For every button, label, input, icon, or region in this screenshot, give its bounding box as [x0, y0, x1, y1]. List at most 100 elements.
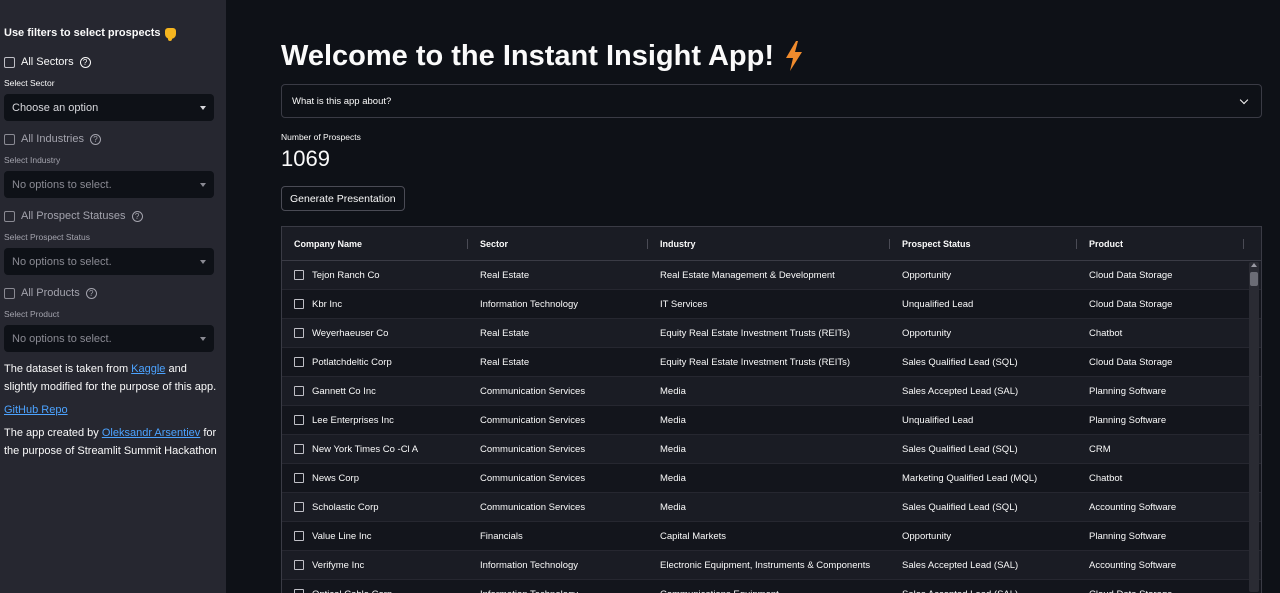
table-cell: Planning Software: [1089, 530, 1167, 542]
all-statuses-checkbox[interactable]: All Prospect Statuses ?: [4, 208, 222, 224]
table-row[interactable]: Verifyme Inc Information Technology Electr…: [282, 551, 1261, 580]
table-cell: Communication Services: [480, 443, 586, 455]
table-cell: Chatbot: [1089, 327, 1123, 339]
page-title: Welcome to the Instant Insight App!: [281, 38, 1280, 74]
author-link[interactable]: Oleksandr Arsentiev: [102, 427, 200, 439]
select-industry-label: Select Industry: [4, 155, 61, 165]
help-icon[interactable]: ?: [89, 133, 101, 145]
page-title-text: Welcome to the Instant Insight App!: [281, 39, 774, 72]
row-checkbox[interactable]: [294, 444, 304, 454]
table-cell: Information Technology: [468, 589, 648, 593]
row-checkbox[interactable]: [294, 502, 304, 512]
table-body: Tejon Ranch Co Real Estate Real Estate Man…: [282, 261, 1261, 593]
pointing-hand-icon: [164, 27, 176, 41]
header-product[interactable]: Product: [1077, 227, 1244, 260]
header-sector[interactable]: Sector: [468, 227, 648, 260]
table-row[interactable]: Weyerhaeuser Co Real Estate Equity Real Es…: [282, 319, 1261, 348]
table-row[interactable]: Tejon Ranch Co Real Estate Real Estate Man…: [282, 261, 1261, 290]
select-status-dropdown[interactable]: No options to select.: [4, 248, 214, 275]
prospects-table[interactable]: Company Name Sector Industry Prospect St…: [281, 226, 1262, 593]
checkbox-box[interactable]: [4, 210, 15, 222]
header-industry[interactable]: Industry: [648, 227, 890, 260]
company-name: Potlatchdeltic Corp: [312, 356, 392, 368]
table-cell: Media: [660, 443, 686, 455]
all-statuses-label: All Prospect Statuses: [21, 210, 126, 222]
table-row[interactable]: Kbr Inc Information Technology IT Services…: [282, 290, 1261, 319]
table-row[interactable]: News Corp Communication Services Media Mark…: [282, 464, 1261, 493]
table-cell: Real Estate: [480, 356, 530, 368]
scroll-thumb[interactable]: [1250, 272, 1258, 286]
sidebar: Use filters to select prospects All Sect…: [0, 0, 226, 593]
dataset-note: The dataset is taken from Kaggle and sli…: [4, 360, 218, 396]
table-cell: Equity Real Estate Investment Trusts (RE…: [660, 327, 851, 339]
table-row[interactable]: Potlatchdeltic Corp Real Estate Equity Rea…: [282, 348, 1261, 377]
table-cell: Cloud Data Storage: [1077, 589, 1244, 593]
table-cell: Real Estate: [480, 269, 530, 281]
row-checkbox[interactable]: [294, 299, 304, 309]
row-checkbox[interactable]: [294, 415, 304, 425]
table-cell: Capital Markets: [660, 530, 726, 542]
row-checkbox[interactable]: [294, 473, 304, 483]
table-cell: Sales Accepted Lead (SAL): [902, 385, 1019, 397]
table-cell: Cloud Data Storage: [1089, 298, 1173, 310]
table-cell: New York Times Co -Cl A: [282, 444, 468, 455]
github-repo-link[interactable]: GitHub Repo: [4, 404, 222, 416]
row-checkbox[interactable]: [294, 328, 304, 338]
checkbox-box[interactable]: [4, 133, 15, 145]
select-sector-dropdown[interactable]: Choose an option: [4, 94, 214, 121]
row-checkbox[interactable]: [294, 357, 304, 367]
all-sectors-checkbox[interactable]: All Sectors ?: [4, 54, 222, 70]
row-checkbox[interactable]: [294, 560, 304, 570]
table-cell: Cloud Data Storage: [1089, 356, 1173, 368]
creator-prefix: The app created by: [4, 427, 102, 439]
table-row[interactable]: Gannett Co Inc Communication Services Medi…: [282, 377, 1261, 406]
creator-note: The app created by Oleksandr Arsentiev f…: [4, 424, 218, 460]
table-cell: Media: [660, 472, 686, 484]
select-status-label: Select Prospect Status: [4, 232, 90, 242]
table-row[interactable]: Scholastic Corp Communication Services Med…: [282, 493, 1261, 522]
header-status[interactable]: Prospect Status: [890, 227, 1077, 260]
checkbox-box[interactable]: [4, 56, 15, 68]
scroll-up-icon[interactable]: [1251, 263, 1257, 267]
table-row[interactable]: New York Times Co -Cl A Communication Ser…: [282, 435, 1261, 464]
table-cell: Communication Services: [480, 501, 586, 513]
help-icon[interactable]: ?: [131, 210, 143, 222]
company-name: Verifyme Inc: [312, 559, 365, 571]
table-cell: Tejon Ranch Co: [282, 270, 468, 281]
all-industries-label: All Industries: [21, 133, 84, 145]
company-name: Optical Cable Corp: [312, 589, 392, 593]
table-scrollbar[interactable]: [1249, 262, 1259, 592]
help-icon[interactable]: ?: [85, 287, 97, 299]
row-checkbox[interactable]: [294, 531, 304, 541]
metric-value: 1069: [281, 146, 330, 171]
row-checkbox[interactable]: [294, 270, 304, 280]
company-name: News Corp: [312, 472, 359, 484]
generate-presentation-button[interactable]: Generate Presentation: [281, 186, 405, 211]
table-cell: Unqualified Lead: [902, 298, 974, 310]
about-expander[interactable]: What is this app about?: [281, 84, 1262, 118]
company-name: Lee Enterprises Inc: [312, 414, 394, 426]
table-header: Company Name Sector Industry Prospect St…: [282, 227, 1261, 261]
row-checkbox[interactable]: [294, 386, 304, 396]
table-cell: Lee Enterprises Inc: [282, 415, 468, 426]
caret-down-icon: [200, 105, 206, 110]
all-products-checkbox[interactable]: All Products ?: [4, 285, 222, 301]
table-row[interactable]: Optical Cable Corp Information Technology…: [282, 580, 1261, 593]
help-icon[interactable]: ?: [79, 56, 91, 68]
select-product-value: No options to select.: [12, 332, 112, 345]
row-checkbox[interactable]: [294, 589, 304, 593]
table-row[interactable]: Value Line Inc Financials Capital Markets O…: [282, 522, 1261, 551]
company-name: Value Line Inc: [312, 530, 372, 542]
table-cell: Weyerhaeuser Co: [282, 328, 468, 339]
table-cell: Equity Real Estate Investment Trusts (RE…: [660, 356, 851, 368]
checkbox-box[interactable]: [4, 287, 15, 299]
table-cell: Electronic Equipment, Instruments & Comp…: [660, 559, 871, 571]
all-industries-checkbox[interactable]: All Industries ?: [4, 131, 222, 147]
table-cell: Communication Services: [480, 472, 586, 484]
header-company[interactable]: Company Name: [282, 227, 468, 260]
table-cell: Sales Qualified Lead (SQL): [902, 501, 1018, 513]
table-row[interactable]: Lee Enterprises Inc Communication Service…: [282, 406, 1261, 435]
select-industry-dropdown[interactable]: No options to select.: [4, 171, 214, 198]
kaggle-link[interactable]: Kaggle: [131, 363, 165, 375]
select-product-dropdown[interactable]: No options to select.: [4, 325, 214, 352]
